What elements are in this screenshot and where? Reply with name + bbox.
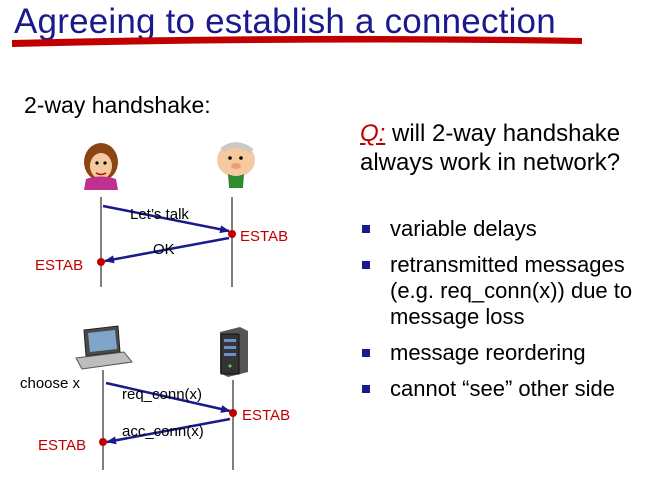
choose-x-label: choose x bbox=[20, 375, 81, 392]
list-item: message reordering bbox=[360, 340, 660, 366]
bullet-square-icon bbox=[362, 385, 370, 393]
man-cartoon-icon bbox=[217, 142, 255, 188]
issue-list: variable delays retransmitted messages (… bbox=[360, 216, 660, 412]
question-block: Q: will 2-way handshake always work in n… bbox=[360, 119, 660, 177]
list-item: variable delays bbox=[360, 216, 660, 242]
estab-label-server-bottom: ESTAB bbox=[242, 407, 290, 424]
bullet-square-icon bbox=[362, 225, 370, 233]
handshake-subtitle: 2-way handshake: bbox=[24, 92, 211, 118]
question-text: will 2-way handshake always work in netw… bbox=[360, 120, 621, 176]
estab-label-server-top: ESTAB bbox=[240, 228, 288, 245]
estab-dot-client-top bbox=[97, 258, 105, 266]
laptop-icon bbox=[75, 325, 133, 370]
estab-label-client-top: ESTAB bbox=[35, 257, 83, 274]
bullet-square-icon bbox=[362, 349, 370, 357]
title-underline bbox=[12, 35, 582, 47]
list-item: retransmitted messages (e.g. req_conn(x)… bbox=[360, 252, 660, 330]
server-icon bbox=[220, 327, 248, 377]
estab-dot-server-bottom bbox=[229, 409, 237, 417]
acc-conn-label: acc_conn(x) bbox=[122, 423, 204, 440]
lets-talk-label: Let’s talk bbox=[130, 206, 189, 223]
estab-label-client-bottom: ESTAB bbox=[38, 437, 86, 454]
ok-label: OK bbox=[153, 241, 175, 258]
estab-dot-client-bottom bbox=[99, 438, 107, 446]
woman-cartoon-icon bbox=[84, 143, 118, 190]
list-item: cannot “see” other side bbox=[360, 376, 660, 402]
estab-dot-server-top bbox=[228, 230, 236, 238]
req-conn-label: req_conn(x) bbox=[122, 386, 202, 403]
bullet-square-icon bbox=[362, 261, 370, 269]
question-label: Q: bbox=[360, 120, 386, 147]
